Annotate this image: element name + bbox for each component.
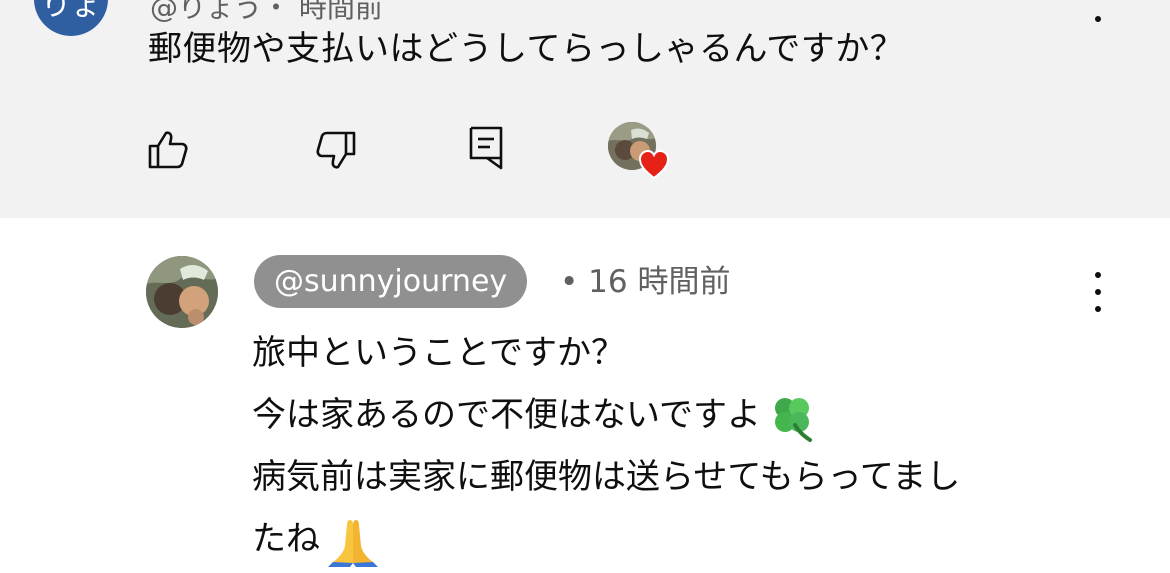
commenter-avatar[interactable]: りょ	[34, 0, 108, 36]
reply-line: 病気前は実家に郵便物は送らせてもらってまし	[252, 446, 1112, 508]
like-button[interactable]	[144, 126, 192, 174]
top-comment-menu-button[interactable]	[1084, 0, 1112, 22]
reply-menu-button[interactable]	[1084, 272, 1112, 312]
more-dot-icon	[1095, 289, 1101, 295]
top-comment-header-fragment: @りょう・ 時間前	[150, 0, 383, 24]
folded-hands-icon	[328, 519, 378, 567]
more-dot-icon	[1095, 16, 1101, 22]
reply-meta: • 16 時間前	[560, 261, 730, 303]
commenter-avatar-text: りょ	[41, 0, 101, 23]
top-comment: りょ @りょう・ 時間前 郵便物や支払いはどうしてらっしゃるんですか？	[0, 0, 1170, 218]
more-dot-icon	[1095, 272, 1101, 278]
author-photo-icon	[146, 256, 218, 328]
dislike-icon	[316, 131, 356, 169]
top-comment-text: 郵便物や支払いはどうしてらっしゃるんですか？	[148, 29, 905, 69]
reply-line-text: たね	[252, 519, 320, 559]
reply-text: 旅中ということですか？ 今は家あるので不便はないですよ 病気前は実家に郵便物は送…	[252, 322, 1112, 570]
reply-author-handle[interactable]: @sunnyjourney	[254, 255, 528, 308]
reply-line-text: 旅中ということですか？	[252, 333, 625, 373]
reply-line: たね	[252, 508, 1112, 570]
more-dot-icon	[1095, 306, 1101, 312]
reply-line-text: 今は家あるので不便はないですよ	[252, 395, 761, 435]
heart-icon	[638, 149, 670, 180]
like-icon	[148, 131, 188, 169]
reply-timestamp[interactable]: 16 時間前	[588, 264, 730, 300]
meta-separator: •	[560, 264, 579, 300]
reply-author-avatar[interactable]	[146, 256, 218, 328]
reply-line: 今は家あるので不便はないですよ	[252, 384, 1112, 446]
creator-heart[interactable]	[608, 122, 672, 180]
reply-line-text: 病気前は実家に郵便物は送らせてもらってまし	[252, 457, 961, 497]
four-leaf-clover-icon	[774, 397, 812, 442]
reply-button[interactable]	[464, 122, 508, 172]
reply-line: 旅中ということですか？	[252, 322, 1112, 384]
reply-icon	[469, 126, 503, 170]
dislike-button[interactable]	[312, 126, 360, 174]
